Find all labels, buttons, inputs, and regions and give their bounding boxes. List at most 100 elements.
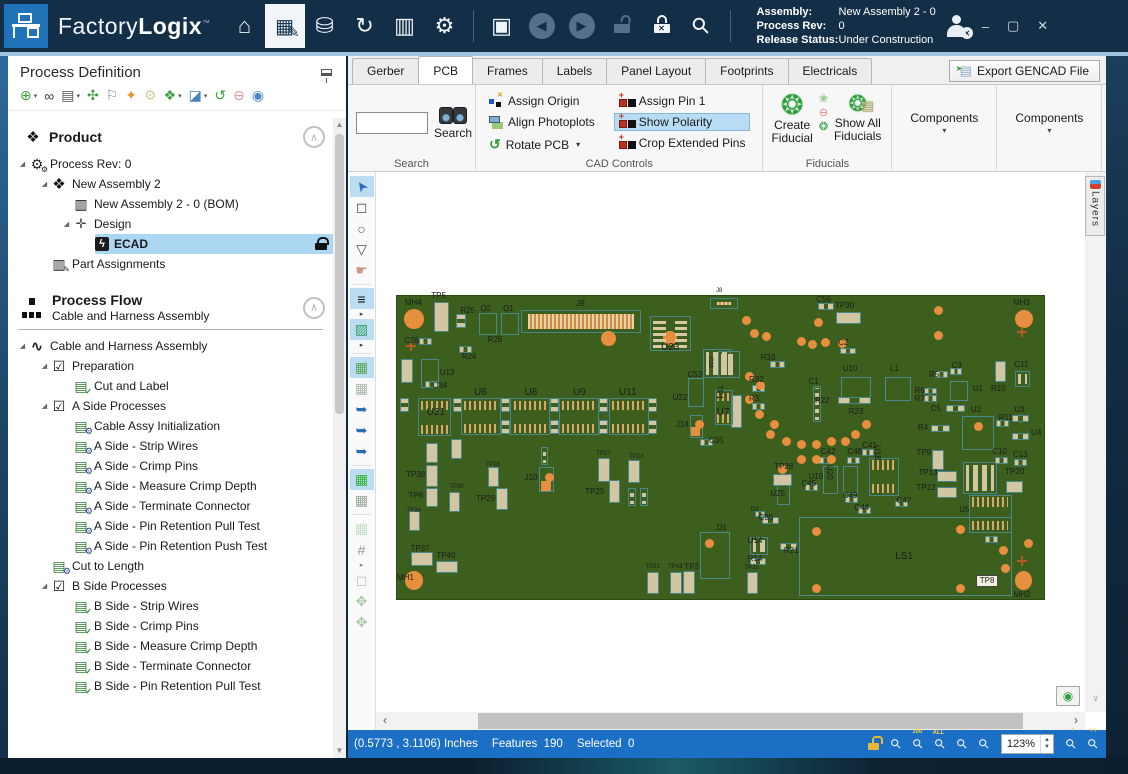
tree-item-cable-assy-initialization[interactable]: Cable Assy Initialization (8, 416, 333, 436)
hscroll-thumb[interactable] (478, 713, 1023, 729)
settings-gear-icon[interactable]: ⚙ (425, 4, 465, 48)
zoom-in-icon[interactable]: ⚲+ (1060, 733, 1081, 754)
canvas-tool-9[interactable]: ▸ (350, 340, 374, 350)
close-button[interactable]: ✕ (1037, 18, 1048, 34)
tree-item-part-assignments[interactable]: Part Assignments (8, 254, 333, 274)
canvas-tool-7[interactable]: ▸ (350, 309, 374, 319)
panel-tool-6[interactable]: ⚙ (144, 87, 157, 104)
panel-tool-5[interactable]: ✦ (125, 87, 137, 104)
tree-item-new-assembly-2-0-bom-[interactable]: New Assembly 2 - 0 (BOM) (8, 194, 333, 214)
tab-gerber[interactable]: Gerber (352, 58, 419, 84)
layers-tab[interactable]: Layers (1085, 176, 1105, 236)
fiducial-library-icon[interactable]: ❂ (819, 121, 828, 133)
panel-tool-1[interactable]: ∞ (44, 88, 54, 104)
user-logout-icon[interactable]: ✕ (946, 15, 968, 37)
zoom-in-more-icon[interactable]: ⚲++ (1082, 733, 1103, 754)
pin-icon[interactable] (321, 69, 332, 76)
tree-item-a-side-strip-wires[interactable]: A Side - Strip Wires (8, 436, 333, 456)
canvas-tool-13[interactable]: ➥ (350, 399, 374, 420)
collapse-product-icon[interactable]: ∧ (303, 126, 325, 148)
panel-tool-10[interactable]: ⊖ (233, 87, 245, 104)
tree-item-a-side-terminate-connector[interactable]: A Side - Terminate Connector (8, 496, 333, 516)
scroll-up-icon[interactable]: ▲ (333, 118, 346, 132)
tree-item-b-side-terminate-connector[interactable]: B Side - Terminate Connector (8, 656, 333, 676)
tree-item-cut-to-length[interactable]: Cut to Length (8, 556, 333, 576)
tree-item-cut-and-label[interactable]: Cut and Label (8, 376, 333, 396)
minimize-button[interactable]: – (982, 19, 989, 34)
canvas-tool-6[interactable]: ≡ (350, 288, 374, 309)
panel-tool-3[interactable]: ✣ (87, 87, 99, 104)
assign-pin1-button[interactable]: Assign Pin 1 (614, 92, 751, 110)
tree-item-b-side-strip-wires[interactable]: B Side - Strip Wires (8, 596, 333, 616)
zoom-100-icon[interactable]: ⚲100 (907, 733, 928, 754)
crop-extended-pins-button[interactable]: Crop Extended Pins (614, 134, 751, 152)
canvas-tool-17[interactable]: ▦ (350, 469, 374, 490)
show-all-fiducials-button[interactable]: ❂▤ Show All Fiducials (834, 90, 881, 143)
canvas-tool-1[interactable]: ◻ (350, 197, 374, 218)
tree-item-new-assembly-2[interactable]: ◢New Assembly 2 (8, 174, 333, 194)
canvas-tool-11[interactable]: ▦ (350, 357, 374, 378)
tab-frames[interactable]: Frames (472, 58, 543, 84)
show-polarity-button[interactable]: Show Polarity (614, 113, 751, 131)
tree-item-a-side-pin-retention-push-test[interactable]: A Side - Pin Retention Push Test (8, 536, 333, 556)
zoom-spin-down-icon[interactable]: ▼ (1041, 744, 1053, 751)
panel-tool-7[interactable]: ❖▾ (164, 87, 182, 104)
zoom-level-control[interactable]: 123% ▲▼ (1001, 734, 1054, 754)
zoom-lock-icon[interactable] (868, 739, 879, 750)
canvas-tool-23[interactable]: ◻ (350, 570, 374, 591)
pcb-board[interactable]: TP8MH4TP5R25Q2Q1J9C56U23J8TP30MH3C2R33C2… (396, 295, 1045, 600)
tree-item-process-rev-0[interactable]: ◢Process Rev: 0 (8, 154, 333, 174)
scroll-thumb[interactable] (335, 134, 344, 414)
pcb-canvas[interactable]: TP8MH4TP5R25Q2Q1J9C56U23J8TP30MH3C2R33C2… (376, 172, 1085, 712)
tree-item-b-side-pin-retention-pull-test[interactable]: B Side - Pin Retention Pull Test (8, 676, 333, 696)
canvas-tool-25[interactable]: ✥ (350, 612, 374, 633)
canvas-tool-2[interactable]: ○ (350, 218, 374, 239)
zoom-spin-up-icon[interactable]: ▲ (1041, 737, 1053, 744)
tab-pcb[interactable]: PCB (418, 56, 473, 84)
tree-item-a-side-processes[interactable]: ◢A Side Processes (8, 396, 333, 416)
process-designer-icon[interactable]: ▦✎ (265, 4, 305, 48)
tree-item-b-side-measure-crimp-depth[interactable]: B Side - Measure Crimp Depth (8, 636, 333, 656)
release-icon[interactable]: ⛁ (305, 4, 345, 48)
fiducial-remove-icon[interactable]: ⊖ (819, 107, 828, 119)
tab-labels[interactable]: Labels (542, 58, 607, 84)
zoom-out-icon[interactable]: ⚲− (973, 733, 994, 754)
canvas-tool-4[interactable]: ☛ (350, 260, 374, 281)
assign-origin-button[interactable]: Assign Origin (484, 92, 600, 110)
maximize-button[interactable]: ▢ (1007, 18, 1019, 34)
canvas-tool-8[interactable]: ▨ (350, 319, 374, 340)
transfer-icon[interactable]: ↻ (345, 4, 385, 48)
export-gencad-button[interactable]: ▤ Export GENCAD File (949, 60, 1100, 82)
panel-tool-4[interactable]: ⚐ (106, 87, 119, 104)
tree-item-design[interactable]: ◢Design (8, 214, 333, 234)
tree-item-ecad[interactable]: ECAD (8, 234, 333, 254)
tab-panel-layout[interactable]: Panel Layout (606, 58, 706, 84)
panel-tool-8[interactable]: ◪▾ (189, 87, 208, 104)
search-input[interactable] (356, 112, 428, 134)
tree-item-b-side-crimp-pins[interactable]: B Side - Crimp Pins (8, 616, 333, 636)
align-photoplots-button[interactable]: Align Photoplots (484, 113, 600, 131)
canvas-tool-0[interactable]: ➤ (350, 176, 374, 197)
search-button[interactable]: Search (434, 105, 472, 140)
panel-tool-0[interactable]: ⊕▾ (20, 87, 37, 104)
rotate-pcb-button[interactable]: ↺ Rotate PCB ▾ (484, 134, 600, 155)
canvas-hscrollbar[interactable]: ‹ › (376, 712, 1085, 730)
zoom-out-window-icon[interactable]: ⚲− (951, 733, 972, 754)
home-icon[interactable]: ⌂ (225, 4, 265, 48)
vertical-scroll-down-icon[interactable]: ∨ (1092, 693, 1099, 704)
zoom-all-icon[interactable]: ⚲ALL (929, 733, 950, 754)
scroll-down-icon[interactable]: ▼ (333, 744, 346, 758)
fit-view-button[interactable]: ◉ (1056, 686, 1080, 706)
panel-tool-11[interactable]: ◉ (252, 87, 264, 104)
canvas-tool-24[interactable]: ✥ (350, 591, 374, 612)
components-dropdown-2[interactable]: Components ▾ (997, 85, 1102, 171)
canvas-tool-12[interactable]: ▦ (350, 378, 374, 399)
save-icon[interactable]: ▣ (482, 4, 522, 48)
create-fiducial-button[interactable]: ❂ Create Fiducial (771, 90, 812, 145)
panel-tool-9[interactable]: ↺ (214, 87, 226, 104)
documents-icon[interactable]: ▥ (385, 4, 425, 48)
zoom-window-icon[interactable]: ⚲ (885, 733, 906, 754)
canvas-tool-14[interactable]: ➥ (350, 420, 374, 441)
tree-item-a-side-measure-crimp-depth[interactable]: A Side - Measure Crimp Depth (8, 476, 333, 496)
canvas-tool-18[interactable]: ▦ (350, 490, 374, 511)
